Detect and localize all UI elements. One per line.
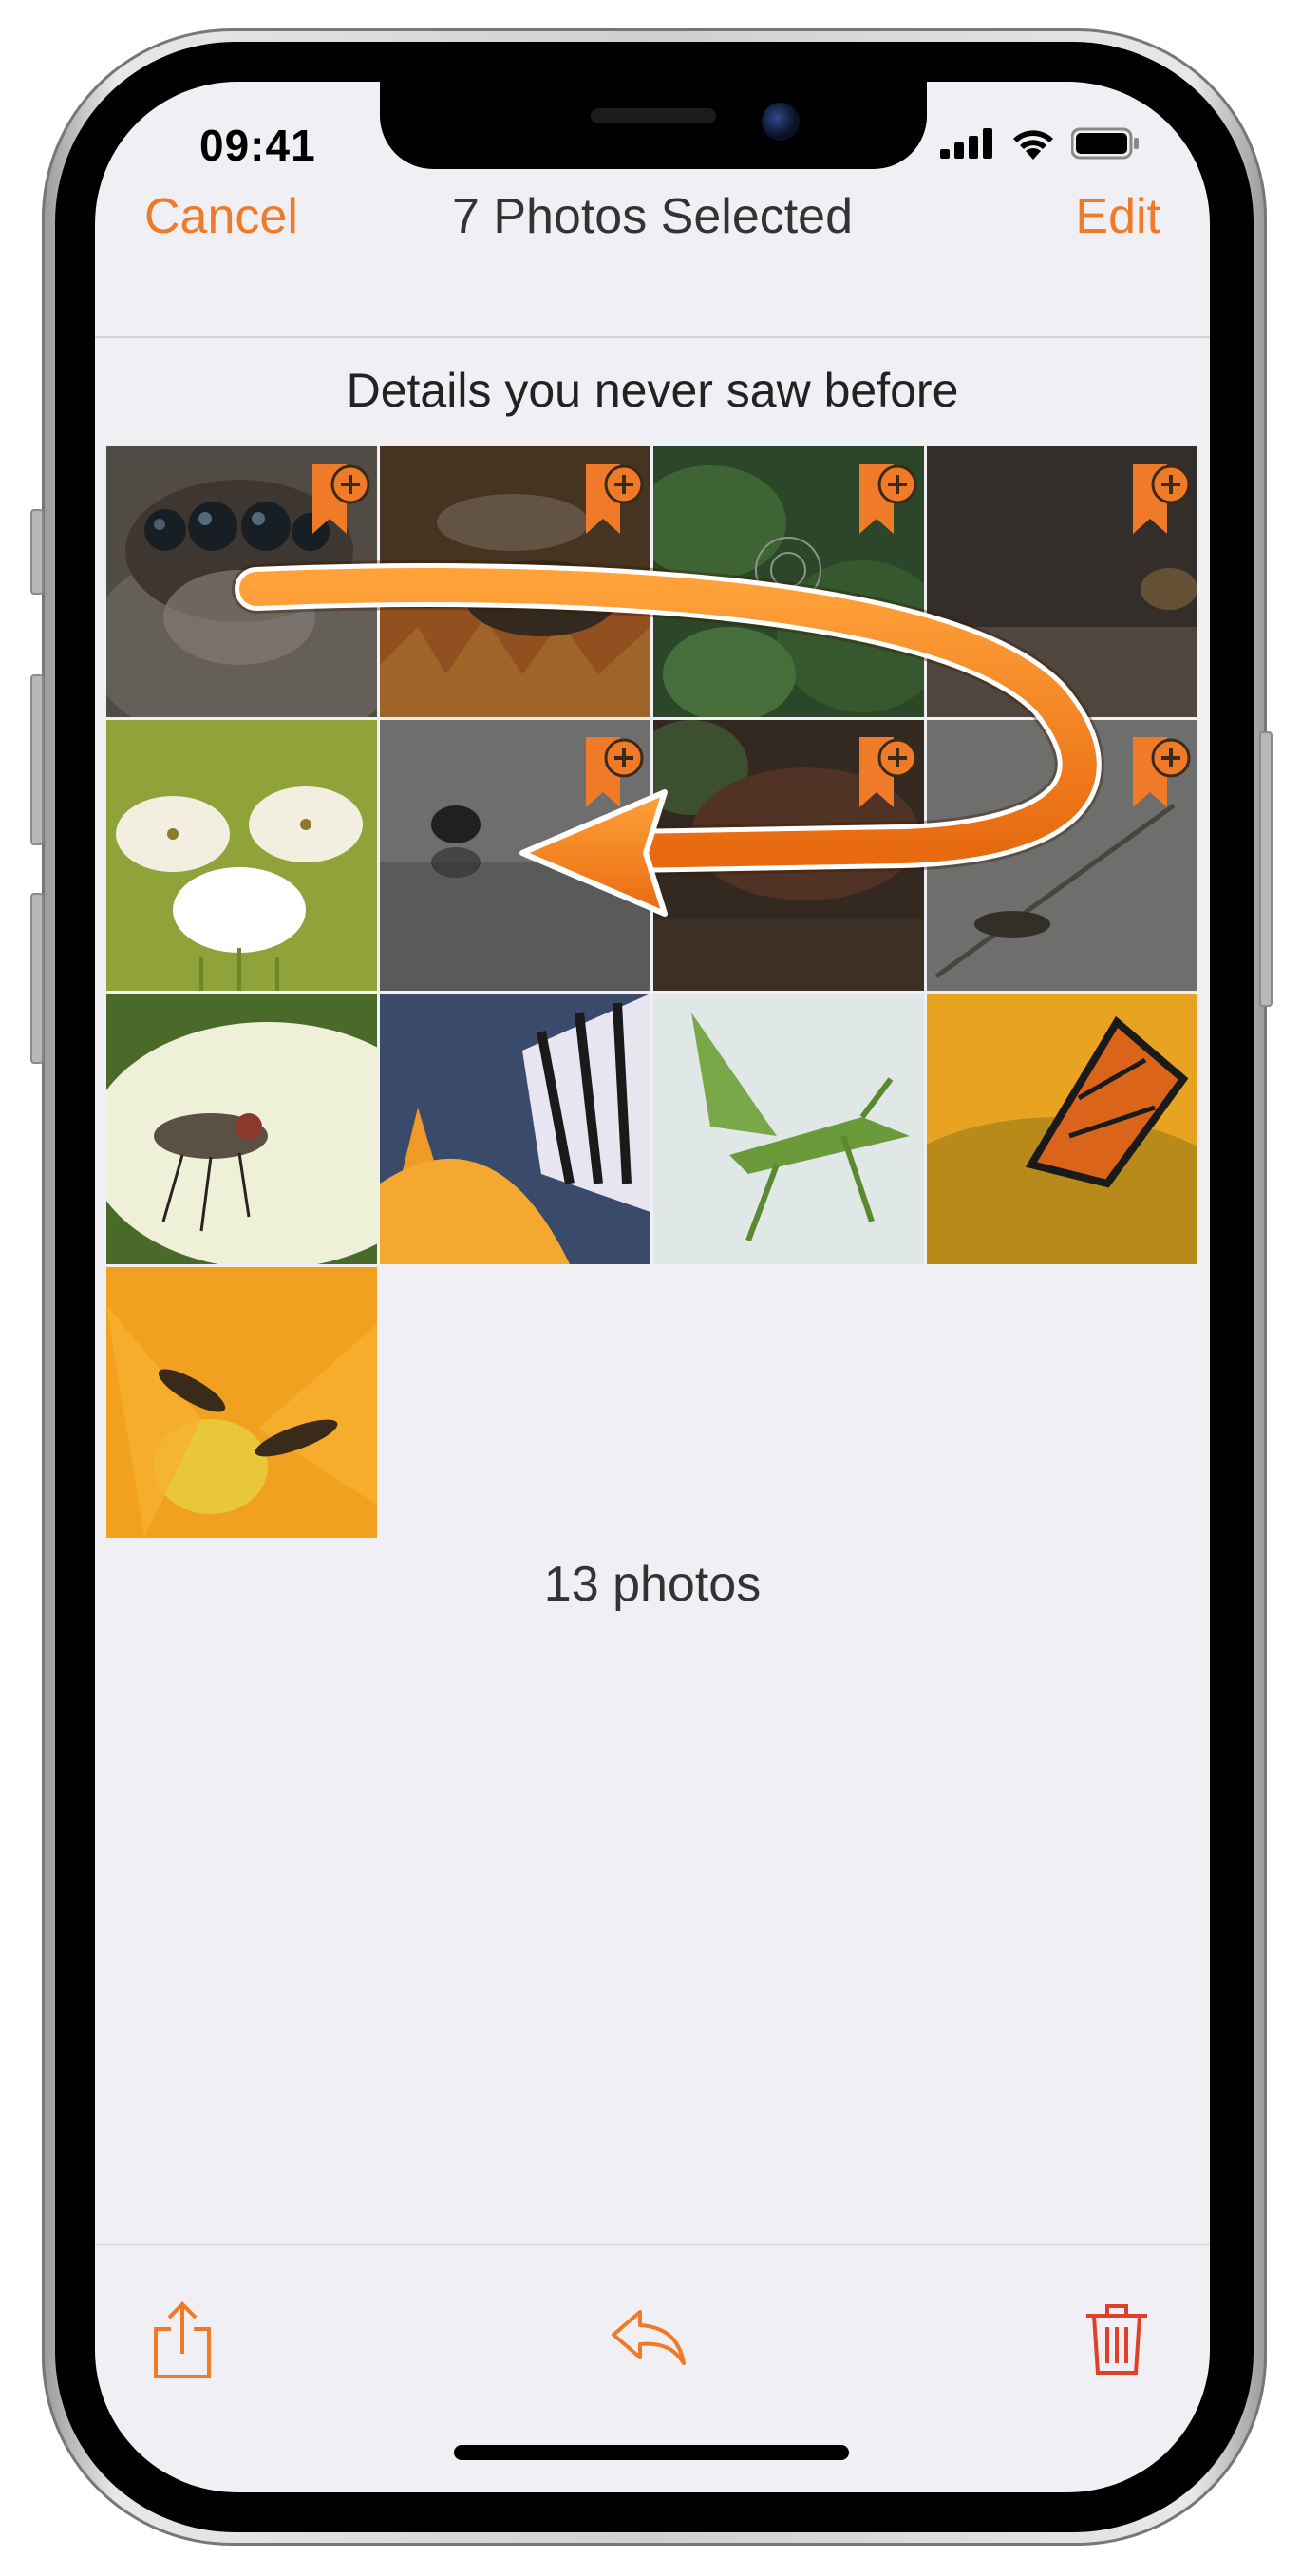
cancel-button[interactable]: Cancel [144, 188, 298, 245]
photo-thumbnail[interactable] [927, 446, 1197, 717]
speaker-grille [591, 108, 716, 123]
photo-thumbnail[interactable] [653, 446, 924, 717]
album-title: Details you never saw before [346, 364, 959, 417]
photo-thumbnail[interactable] [380, 994, 650, 1264]
edit-button[interactable]: Edit [1075, 188, 1160, 245]
monarch-butterfly-photo [927, 994, 1197, 1264]
power-button [1259, 731, 1273, 1007]
screen: 09:41 7 Photos Selected Cancel Edit Deta… [95, 82, 1210, 2492]
undo-button[interactable] [608, 2304, 688, 2374]
cellular-signal-icon [940, 128, 992, 159]
swallowtail-butterfly-photo [380, 994, 650, 1264]
notch [380, 82, 927, 169]
action-button [30, 509, 44, 595]
bookmark-add-badge-icon [859, 737, 917, 807]
bookmark-add-badge-icon [586, 464, 644, 534]
undo-arrow-icon [612, 2310, 686, 2365]
volume-down-button [30, 893, 44, 1064]
photo-thumbnail[interactable] [106, 446, 377, 717]
photo-thumbnail[interactable] [653, 994, 924, 1264]
photo-count-label: 13 photos [543, 1557, 762, 1612]
bookmark-add-badge-icon [586, 737, 644, 807]
photo-thumbnail[interactable] [653, 720, 924, 991]
bookmark-add-badge-icon [312, 464, 370, 534]
bookmark-add-badge-icon [1133, 464, 1191, 534]
fly-on-petal-photo [106, 994, 377, 1264]
photo-thumbnail[interactable] [927, 720, 1197, 991]
photo-thumbnail[interactable] [106, 720, 377, 991]
hoverflies-photo [106, 1267, 377, 1538]
photo-thumbnail[interactable] [106, 1267, 377, 1538]
trash-icon [1086, 2304, 1147, 2375]
home-indicator[interactable] [454, 2445, 849, 2460]
photo-thumbnail[interactable] [927, 994, 1197, 1264]
status-time: 09:41 [199, 121, 316, 170]
delete-button[interactable] [1083, 2301, 1151, 2381]
share-button[interactable] [148, 2301, 217, 2385]
photo-thumbnail[interactable] [380, 446, 650, 717]
photo-thumbnail[interactable] [106, 994, 377, 1264]
front-camera [762, 103, 800, 141]
photo-thumbnail[interactable] [380, 720, 650, 991]
bookmark-add-badge-icon [1133, 737, 1191, 807]
wifi-icon [1013, 130, 1053, 160]
share-icon [154, 2301, 211, 2378]
status-icons [940, 127, 1140, 160]
praying-mantis-photo [653, 994, 924, 1264]
volume-up-button [30, 674, 44, 845]
bookmark-add-badge-icon [859, 464, 917, 534]
white-flowers-photo [106, 720, 377, 991]
battery-icon [1071, 127, 1139, 160]
